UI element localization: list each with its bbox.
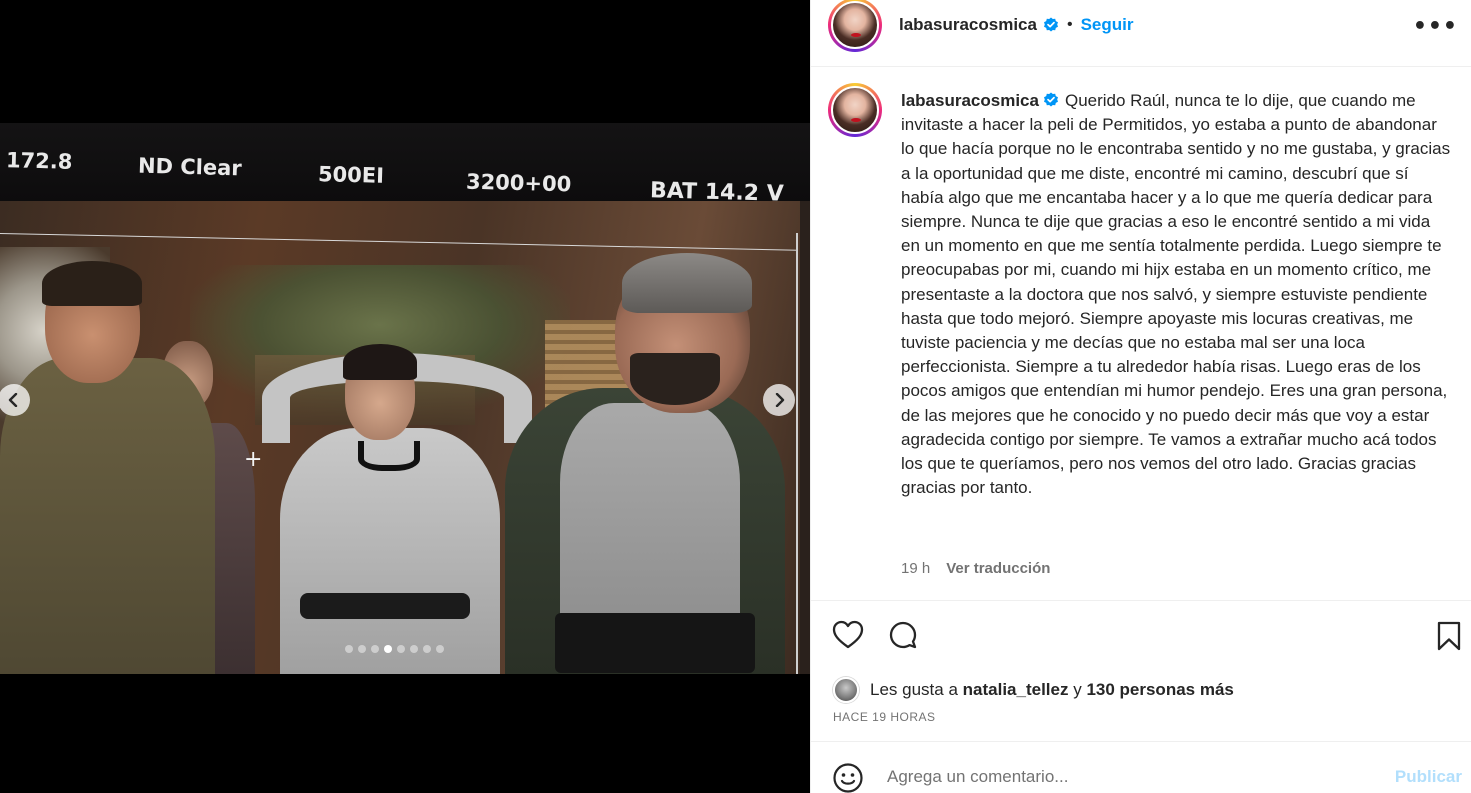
post-time[interactable]: 19 h: [901, 560, 930, 577]
chevron-left-icon: [8, 392, 18, 408]
avatar[interactable]: [828, 83, 882, 137]
carousel-dot[interactable]: [410, 645, 418, 653]
bookmark-icon[interactable]: [1435, 620, 1463, 652]
carousel-dot[interactable]: [358, 645, 366, 653]
comment-icon[interactable]: [887, 620, 919, 652]
divider: [811, 600, 1471, 601]
carousel-dot[interactable]: [345, 645, 353, 653]
carousel-dots: [345, 645, 444, 655]
divider: [811, 741, 1471, 742]
chevron-right-icon: [775, 392, 785, 408]
see-translation-button[interactable]: Ver traducción: [946, 560, 1050, 577]
publish-button[interactable]: Publicar: [1395, 767, 1462, 787]
header-user: labasuracosmica • Seguir: [899, 15, 1133, 35]
post-sidebar: labasuracosmica • Seguir ••• labasuracos…: [810, 0, 1471, 793]
monitor-readout: 500EI: [317, 162, 385, 188]
carousel-next-button[interactable]: [763, 384, 795, 416]
caption-username-link[interactable]: labasuracosmica: [901, 91, 1039, 110]
post-timestamp[interactable]: HACE 19 HORAS: [833, 710, 936, 724]
smiley-icon[interactable]: [832, 762, 864, 793]
monitor-frame-edge: [796, 233, 798, 674]
verified-badge-icon: [1043, 17, 1058, 32]
monitor-readout: 172.8: [5, 148, 73, 174]
verified-badge-icon: [1043, 92, 1058, 107]
monitor-readout-bar: 172.8 ND Clear 500EI 3200+00 BAT 14.2 V: [0, 123, 810, 207]
likes-joiner: y: [1073, 680, 1082, 699]
monitor-readout: ND Clear: [137, 153, 242, 181]
monitor-readout: 3200+00: [465, 169, 572, 197]
avatar[interactable]: [828, 0, 882, 52]
carousel-dot[interactable]: [397, 645, 405, 653]
post-photo: 172.8 ND Clear 500EI 3200+00 BAT 14.2 V: [0, 123, 810, 674]
post-header: labasuracosmica • Seguir •••: [811, 0, 1471, 67]
more-options-button[interactable]: •••: [1413, 14, 1458, 39]
liker-avatar[interactable]: [833, 677, 859, 703]
carousel-dot[interactable]: [423, 645, 431, 653]
comment-input[interactable]: [887, 760, 1367, 793]
monitor-readout: BAT 14.2 V: [649, 178, 785, 207]
follow-button[interactable]: Seguir: [1081, 15, 1134, 35]
likes-prefix: Les gusta a: [870, 680, 958, 699]
post-media: 172.8 ND Clear 500EI 3200+00 BAT 14.2 V …: [0, 0, 810, 793]
carousel-dot[interactable]: [371, 645, 379, 653]
caption-meta: 19 h Ver traducción: [901, 560, 1050, 577]
heart-icon[interactable]: [832, 620, 864, 650]
carousel-dot-active[interactable]: [384, 645, 392, 653]
caption-text: Querido Raúl, nunca te lo dije, que cuan…: [901, 91, 1451, 498]
crosshair-icon: +: [244, 447, 263, 472]
likes-summary: Les gusta a natalia_tellez y 130 persona…: [833, 677, 1234, 703]
post-caption: labasuracosmica Querido Raúl, nunca te l…: [901, 89, 1451, 500]
liker-username-link[interactable]: natalia_tellez: [963, 680, 1069, 700]
username-link[interactable]: labasuracosmica: [899, 15, 1037, 35]
likes-count-link[interactable]: 130 personas más: [1086, 680, 1233, 700]
carousel-dot[interactable]: [436, 645, 444, 653]
separator-dot: •: [1066, 16, 1073, 33]
